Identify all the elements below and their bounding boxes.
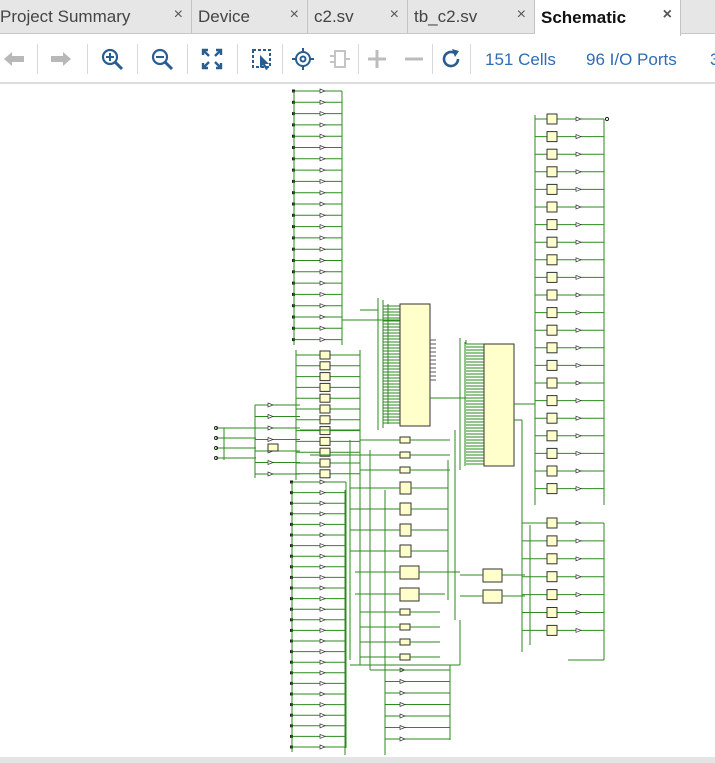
- remove-icon[interactable]: [400, 45, 428, 73]
- zoom-fit-icon[interactable]: [198, 45, 226, 73]
- select-area-icon[interactable]: [248, 45, 276, 73]
- tab-c2-sv[interactable]: c2.sv ×: [308, 0, 408, 33]
- toolbar-divider: [358, 44, 359, 74]
- horizontal-scrollbar[interactable]: [0, 757, 715, 763]
- cell-icon[interactable]: [326, 45, 354, 73]
- overflow-count: 3: [710, 50, 715, 69]
- toolbar-divider: [37, 44, 38, 74]
- io-ports-link[interactable]: 96 I/O Ports: [586, 50, 677, 70]
- close-icon[interactable]: ×: [517, 6, 526, 24]
- close-icon[interactable]: ×: [663, 6, 672, 24]
- schematic-canvas[interactable]: [0, 84, 715, 757]
- tab-label: Device: [198, 6, 250, 26]
- tab-device[interactable]: Device ×: [192, 0, 308, 33]
- tab-project-summary[interactable]: Project Summary ×: [0, 0, 192, 33]
- zoom-in-icon[interactable]: [98, 45, 126, 73]
- close-icon[interactable]: ×: [174, 6, 183, 24]
- toolbar-divider: [432, 44, 433, 74]
- tab-label: tb_c2.sv: [414, 6, 478, 26]
- close-icon[interactable]: ×: [290, 6, 299, 24]
- refresh-icon[interactable]: [437, 45, 465, 73]
- schematic-diagram[interactable]: [0, 84, 715, 757]
- tab-label: Project Summary: [0, 6, 131, 26]
- toolbar-divider: [137, 44, 138, 74]
- toolbar-divider: [87, 44, 88, 74]
- tab-bar: Project Summary × Device × c2.sv × tb_c2…: [0, 0, 715, 36]
- toolbar-divider: [237, 44, 238, 74]
- toolbar-divider: [282, 44, 283, 74]
- tab-tb-c2-sv[interactable]: tb_c2.sv ×: [408, 0, 535, 33]
- toolbar-divider: [187, 44, 188, 74]
- add-icon[interactable]: [363, 45, 391, 73]
- crosshair-icon[interactable]: [289, 45, 317, 73]
- toolbar-divider: [470, 44, 471, 74]
- cell-count-link[interactable]: 151 Cells: [485, 50, 556, 70]
- zoom-out-icon[interactable]: [148, 45, 176, 73]
- schematic-toolbar: 151 Cells 96 I/O Ports 3: [0, 36, 715, 84]
- tab-label: Schematic: [541, 8, 627, 27]
- back-icon[interactable]: [0, 45, 28, 73]
- tab-label: c2.sv: [314, 6, 354, 26]
- forward-icon[interactable]: [47, 45, 75, 73]
- close-icon[interactable]: ×: [390, 6, 399, 24]
- tab-schematic[interactable]: Schematic ×: [535, 0, 681, 36]
